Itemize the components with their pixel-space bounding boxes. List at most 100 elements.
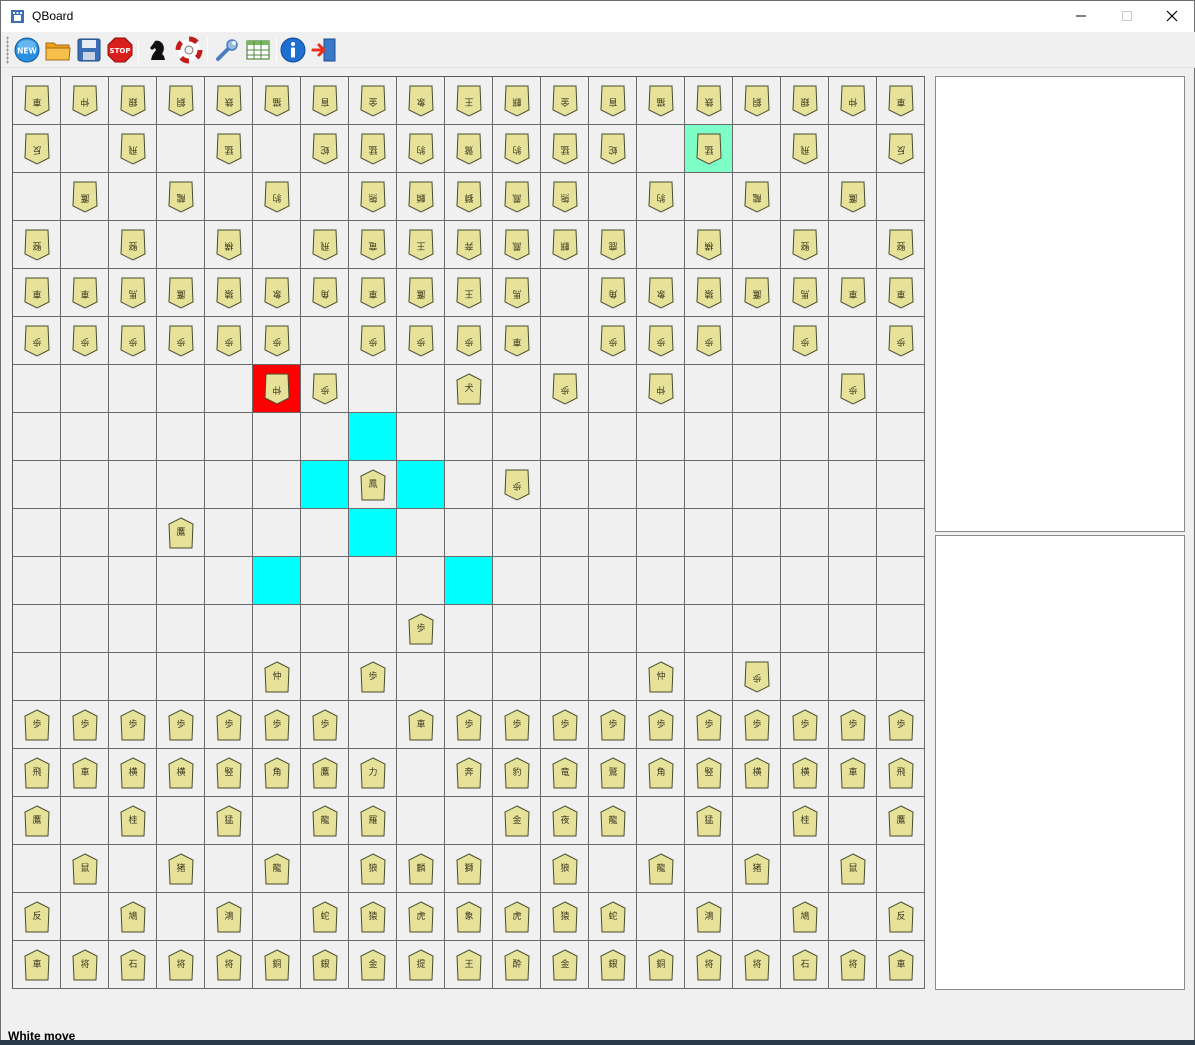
board-square[interactable]: 車 — [13, 77, 61, 125]
white-piece[interactable]: 銅 — [744, 85, 770, 117]
board-square[interactable] — [205, 413, 253, 461]
white-piece[interactable]: 歩 — [840, 373, 866, 405]
black-piece[interactable]: 鴻 — [696, 901, 722, 933]
board-square[interactable] — [541, 557, 589, 605]
board-square[interactable] — [589, 413, 637, 461]
board-square[interactable]: 飛 — [301, 221, 349, 269]
board-square[interactable]: 横 — [205, 221, 253, 269]
board-square[interactable]: 麟 — [397, 173, 445, 221]
board-square[interactable]: 猛 — [205, 797, 253, 845]
board-square[interactable]: 金 — [541, 941, 589, 989]
white-piece[interactable]: 盲 — [600, 85, 626, 117]
stop-button[interactable]: STOP — [105, 35, 135, 65]
board-square[interactable]: 熊 — [349, 173, 397, 221]
board-square[interactable]: 歩 — [157, 317, 205, 365]
board-square[interactable]: 馬 — [493, 269, 541, 317]
board-square[interactable]: 蛇 — [589, 893, 637, 941]
white-piece[interactable]: 鳳 — [504, 181, 530, 213]
black-piece[interactable]: 歩 — [552, 709, 578, 741]
board-square[interactable] — [445, 509, 493, 557]
black-piece[interactable]: 歩 — [408, 613, 434, 645]
white-piece[interactable]: 王 — [408, 229, 434, 261]
board-square[interactable] — [733, 797, 781, 845]
board-square[interactable]: 歩 — [349, 317, 397, 365]
board-square[interactable] — [781, 509, 829, 557]
board-square[interactable]: 鴻 — [205, 893, 253, 941]
board-square[interactable] — [493, 653, 541, 701]
board-square[interactable] — [61, 221, 109, 269]
black-piece[interactable]: 歩 — [456, 709, 482, 741]
board-square[interactable] — [589, 605, 637, 653]
settings-button[interactable] — [212, 35, 242, 65]
board-square[interactable] — [829, 125, 877, 173]
board-square[interactable] — [877, 413, 925, 461]
board-square[interactable]: 王 — [445, 269, 493, 317]
board-square[interactable]: 鷹 — [157, 269, 205, 317]
board-square[interactable] — [301, 317, 349, 365]
white-piece[interactable]: 仲 — [840, 85, 866, 117]
white-piece[interactable]: 麟 — [408, 181, 434, 213]
white-piece[interactable]: 金 — [360, 85, 386, 117]
white-piece[interactable]: 歩 — [408, 325, 434, 357]
board-square[interactable]: 将 — [829, 941, 877, 989]
board-square[interactable]: 歩 — [637, 317, 685, 365]
board-square[interactable]: 将 — [61, 941, 109, 989]
board-square[interactable]: 鷹 — [157, 509, 205, 557]
black-piece[interactable]: 金 — [360, 949, 386, 981]
black-piece[interactable]: 歩 — [888, 709, 914, 741]
board-square[interactable]: 猿 — [205, 269, 253, 317]
board-square[interactable] — [301, 509, 349, 557]
white-piece[interactable]: 鷹 — [168, 277, 194, 309]
white-piece[interactable]: 歩 — [696, 325, 722, 357]
white-piece[interactable]: 歩 — [888, 325, 914, 357]
board-square[interactable]: 虎 — [397, 893, 445, 941]
white-piece[interactable]: 歩 — [504, 469, 530, 501]
board-square[interactable]: 銀 — [589, 941, 637, 989]
white-piece[interactable]: 歩 — [552, 373, 578, 405]
black-piece[interactable]: 犬 — [456, 373, 482, 405]
board-square[interactable]: 将 — [733, 941, 781, 989]
board-square[interactable]: 銅 — [253, 941, 301, 989]
white-piece[interactable]: 奔 — [456, 229, 482, 261]
white-piece[interactable]: 猫 — [264, 85, 290, 117]
white-piece[interactable]: 龍 — [744, 181, 770, 213]
board-square[interactable]: 歩 — [829, 365, 877, 413]
board-square[interactable]: 馬 — [109, 269, 157, 317]
black-piece[interactable]: 虎 — [504, 901, 530, 933]
board-square[interactable]: 金 — [541, 77, 589, 125]
board-square[interactable] — [637, 221, 685, 269]
board-square[interactable]: 角 — [589, 269, 637, 317]
board-square[interactable] — [253, 413, 301, 461]
board-square[interactable] — [205, 173, 253, 221]
black-piece[interactable]: 龍 — [600, 805, 626, 837]
white-piece[interactable]: 竪 — [24, 229, 50, 261]
board-square[interactable]: 車 — [877, 269, 925, 317]
board-square[interactable] — [13, 557, 61, 605]
board-square[interactable] — [733, 221, 781, 269]
board-square[interactable] — [301, 557, 349, 605]
board-square[interactable] — [205, 365, 253, 413]
board-square[interactable]: 力 — [349, 749, 397, 797]
board-square[interactable]: 歩 — [205, 701, 253, 749]
board-square[interactable] — [13, 509, 61, 557]
board-square[interactable]: 歩 — [829, 701, 877, 749]
white-piece[interactable]: 歩 — [168, 325, 194, 357]
board-square[interactable]: 豹 — [493, 125, 541, 173]
white-piece[interactable]: 鷹 — [744, 277, 770, 309]
maximize-button[interactable] — [1104, 1, 1150, 31]
board-square[interactable]: 仲 — [61, 77, 109, 125]
board-square[interactable] — [301, 605, 349, 653]
board-square[interactable] — [781, 653, 829, 701]
white-piece[interactable]: 馬 — [792, 277, 818, 309]
board-square[interactable]: 石 — [781, 941, 829, 989]
board-square[interactable]: 鷹 — [829, 173, 877, 221]
board-square[interactable]: 銅 — [157, 77, 205, 125]
white-piece[interactable]: 歩 — [456, 325, 482, 357]
white-piece[interactable]: 竪 — [792, 229, 818, 261]
board-square[interactable]: 反 — [13, 893, 61, 941]
board-square[interactable] — [109, 365, 157, 413]
black-piece[interactable]: 夜 — [552, 805, 578, 837]
board-square[interactable] — [493, 557, 541, 605]
flip-button[interactable] — [174, 35, 204, 65]
board-square[interactable] — [493, 845, 541, 893]
